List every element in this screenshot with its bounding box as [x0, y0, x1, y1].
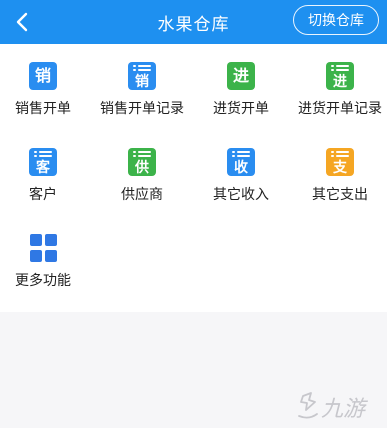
menu-item-suppliers[interactable]: 供 供应商: [92, 148, 192, 218]
top-nav-bar: 水果仓库 切换仓库: [0, 0, 387, 44]
menu-item-sales-order[interactable]: 销 销售开单: [0, 62, 93, 132]
supplier-icon: 供: [128, 148, 156, 176]
menu-item-purchase-order[interactable]: 进 进货开单: [191, 62, 291, 132]
menu-item-label: 其它支出: [312, 187, 368, 203]
page-title: 水果仓库: [157, 14, 230, 35]
menu-item-sales-records[interactable]: 销 销售开单记录: [92, 62, 192, 132]
menu-item-other-income[interactable]: 收 其它收入: [191, 148, 291, 218]
menu-item-label: 销售开单记录: [100, 101, 184, 117]
sales-icon: 销: [29, 62, 57, 90]
customer-icon: 客: [29, 148, 57, 176]
watermark-text: 九游: [321, 397, 369, 422]
switch-warehouse-button[interactable]: 切换仓库: [293, 5, 379, 35]
chevron-left-icon: [16, 12, 28, 32]
menu-item-label: 供应商: [121, 187, 163, 203]
menu-item-customers[interactable]: 客 客户: [0, 148, 93, 218]
menu-item-other-expense[interactable]: 支 其它支出: [290, 148, 387, 218]
menu-item-more-functions[interactable]: 更多功能: [0, 234, 93, 304]
income-icon: 收: [227, 148, 255, 176]
sales-record-icon: 销: [128, 62, 156, 90]
watermark-logo: 九游: [298, 392, 369, 422]
purchase-icon: 进: [227, 62, 255, 90]
menu-item-label: 其它收入: [213, 187, 269, 203]
menu-item-label: 销售开单: [15, 101, 71, 117]
menu-item-purchase-records[interactable]: 进 进货开单记录: [290, 62, 387, 132]
menu-item-label: 进货开单: [213, 101, 269, 117]
function-grid: 销 销售开单 销 销售开单记录 进 进货开单 进 进货开单记录 客 客户 供 供…: [0, 44, 387, 312]
menu-item-label: 更多功能: [15, 273, 71, 289]
menu-item-label: 客户: [29, 187, 57, 203]
purchase-record-icon: 进: [326, 62, 354, 90]
grid-apps-icon: [29, 234, 57, 262]
menu-item-label: 进货开单记录: [298, 101, 382, 117]
back-button[interactable]: [2, 0, 42, 44]
expense-icon: 支: [326, 148, 354, 176]
